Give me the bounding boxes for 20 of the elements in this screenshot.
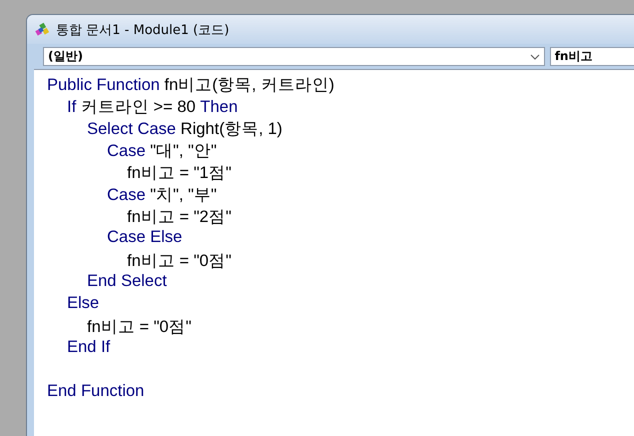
code-line: Case "치", "부" bbox=[107, 185, 217, 206]
object-dropdown[interactable]: (일반) bbox=[43, 47, 545, 66]
code-line: fn비고 = "1점" bbox=[127, 163, 232, 184]
chevron-down-icon bbox=[530, 54, 540, 60]
code-line: fn비고 = "2점" bbox=[127, 207, 232, 228]
code-line: End Function bbox=[47, 382, 144, 402]
procedure-dropdown[interactable]: fn비고 bbox=[550, 47, 634, 66]
code-line: End If bbox=[67, 338, 110, 358]
code-line: Else bbox=[67, 294, 100, 314]
code-line: Case Else bbox=[107, 228, 182, 248]
code-line: fn비고 = "0점" bbox=[127, 251, 232, 272]
code-line: End Select bbox=[87, 272, 167, 292]
code-line: Case "대", "안" bbox=[107, 141, 217, 162]
code-line: fn비고 = "0점" bbox=[87, 317, 192, 338]
code-line: Select Case Right(항목, 1) bbox=[87, 119, 282, 140]
window-title: 통합 문서1 - Module1 (코드) bbox=[56, 22, 230, 38]
app-icon bbox=[35, 22, 50, 37]
code-line: If 커트라인 >= 80 Then bbox=[67, 97, 238, 118]
code-line: Public Function fn비고(항목, 커트라인) bbox=[47, 75, 334, 96]
code-editor[interactable]: Public Function fn비고(항목, 커트라인) If 커트라인 >= 80 Then Select Case Right(항목, 1) Case "대", "안" fn비고 = "1점" Case "치", "부" fn비고 = "2점" Case Else fn비고 = "0점" End Select Else fn비고 = "0점" End If End Function bbox=[34, 69, 634, 436]
